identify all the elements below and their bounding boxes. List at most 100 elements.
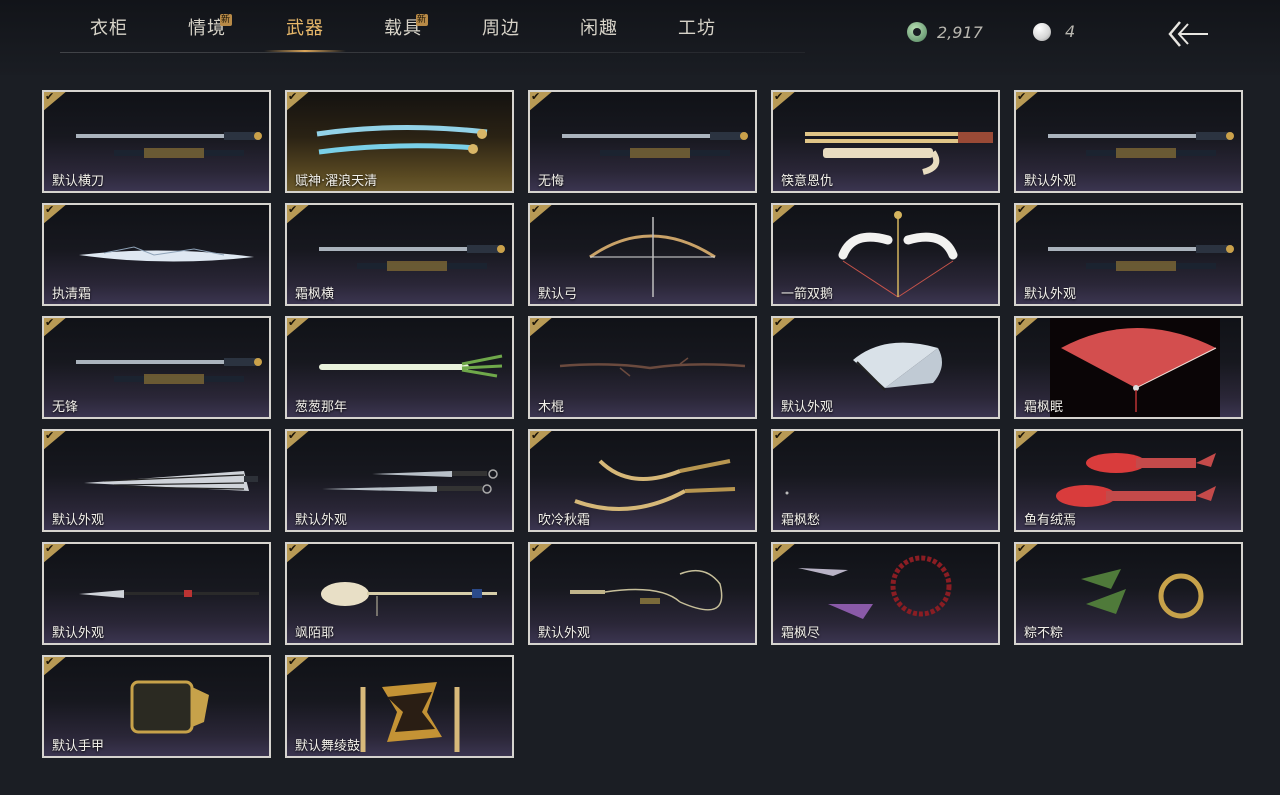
check-glyph: ✔ <box>531 429 541 442</box>
weapon-card[interactable]: ✔ 粽不粽 <box>1014 542 1243 645</box>
check-glyph: ✔ <box>531 90 541 103</box>
check-glyph: ✔ <box>288 429 298 442</box>
check-glyph: ✔ <box>774 429 784 442</box>
tab-divider <box>60 52 805 53</box>
check-glyph: ✔ <box>45 429 55 442</box>
tab-scenes[interactable]: 情境新 <box>158 0 256 54</box>
weapon-name: 吹冷秋霜 <box>538 513 591 528</box>
weapon-card[interactable]: ✔ 默认外观 <box>42 542 271 645</box>
check-glyph: ✔ <box>1017 542 1027 555</box>
weapon-card[interactable]: ✔ 无锋 <box>42 316 271 419</box>
weapon-card[interactable]: ✔ 一箭双鹅 <box>771 203 1000 306</box>
weapon-card[interactable]: ✔ 默认舞绫鼓 <box>285 655 514 758</box>
weapon-name: 筷意恩仇 <box>781 174 834 189</box>
weapon-card[interactable]: ✔ 默认外观 <box>1014 203 1243 306</box>
weapon-name: 无悔 <box>538 174 565 189</box>
weapon-name: 木棍 <box>538 400 565 415</box>
weapon-name: 葱葱那年 <box>295 400 348 415</box>
check-glyph: ✔ <box>774 90 784 103</box>
weapon-card[interactable]: ✔ 鱼有绒焉 <box>1014 429 1243 532</box>
weapon-card[interactable]: ✔ 霜枫横 <box>285 203 514 306</box>
tab-workshop[interactable]: 工坊 <box>648 0 746 54</box>
weapon-name: 霜枫愁 <box>781 513 821 528</box>
new-badge: 新 <box>416 14 429 26</box>
check-glyph: ✔ <box>45 203 55 216</box>
weapon-card[interactable]: ✔ 默认外观 <box>42 429 271 532</box>
weapon-name: 默认外观 <box>1024 287 1077 302</box>
tab-wardrobe[interactable]: 衣柜 <box>60 0 158 54</box>
weapon-name: 默认外观 <box>1024 174 1077 189</box>
check-glyph: ✔ <box>1017 316 1027 329</box>
check-glyph: ✔ <box>531 203 541 216</box>
weapon-name: 默认弓 <box>538 287 578 302</box>
jade-amount: 2,917 <box>937 22 983 42</box>
weapon-card[interactable]: ✔ 无悔 <box>528 90 757 193</box>
tab-label: 工坊 <box>678 18 716 39</box>
weapon-card[interactable]: ✔ 飒陌耶 <box>285 542 514 645</box>
tab-label: 周边 <box>482 18 520 39</box>
pearl-amount: 4 <box>1065 22 1076 41</box>
weapon-card[interactable]: ✔ 默认外观 <box>285 429 514 532</box>
check-glyph: ✔ <box>1017 429 1027 442</box>
check-glyph: ✔ <box>531 316 541 329</box>
weapon-card[interactable]: ✔ 赋神·濯浪天清 <box>285 90 514 193</box>
weapon-name: 默认外观 <box>538 626 591 641</box>
weapon-card[interactable]: ✔ 吹冷秋霜 <box>528 429 757 532</box>
weapon-name: 飒陌耶 <box>295 626 335 641</box>
check-glyph: ✔ <box>1017 90 1027 103</box>
weapon-name: 赋神·濯浪天清 <box>295 174 378 189</box>
weapon-card[interactable]: ✔ 木棍 <box>528 316 757 419</box>
top-bar: 衣柜 情境新 武器 载具新 周边 闲趣 工坊 2,917 4 <box>0 0 1280 75</box>
tab-mounts[interactable]: 载具新 <box>354 0 452 54</box>
tab-leisure[interactable]: 闲趣 <box>550 0 648 54</box>
weapon-card[interactable]: ✔ 默认外观 <box>1014 90 1243 193</box>
tab-label: 闲趣 <box>580 18 618 39</box>
check-glyph: ✔ <box>531 542 541 555</box>
weapon-card[interactable]: ✔ 葱葱那年 <box>285 316 514 419</box>
check-glyph: ✔ <box>1017 203 1027 216</box>
check-glyph: ✔ <box>774 316 784 329</box>
weapon-name: 执清霜 <box>52 287 92 302</box>
check-glyph: ✔ <box>45 542 55 555</box>
tab-weapons[interactable]: 武器 <box>256 0 354 54</box>
weapon-card[interactable]: ✔ 霜枫眠 <box>1014 316 1243 419</box>
tab-label: 武器 <box>286 18 324 39</box>
weapon-name: 默认外观 <box>781 400 834 415</box>
tab-label: 衣柜 <box>90 18 128 39</box>
new-badge: 新 <box>220 14 233 26</box>
weapon-name: 霜枫横 <box>295 287 335 302</box>
weapon-name: 鱼有绒焉 <box>1024 513 1077 528</box>
weapon-card[interactable]: ✔ 霜枫尽 <box>771 542 1000 645</box>
weapon-card[interactable]: ✔ 默认横刀 <box>42 90 271 193</box>
weapon-name: 一箭双鹅 <box>781 287 834 302</box>
weapon-name: 默认外观 <box>52 626 105 641</box>
check-glyph: ✔ <box>288 316 298 329</box>
pearl-icon <box>1033 22 1051 41</box>
check-glyph: ✔ <box>45 655 55 668</box>
back-button[interactable] <box>1166 18 1210 50</box>
check-glyph: ✔ <box>45 90 55 103</box>
weapon-card[interactable]: ✔ 默认外观 <box>528 542 757 645</box>
weapon-name: 默认舞绫鼓 <box>295 739 361 754</box>
weapon-name: 霜枫眠 <box>1024 400 1064 415</box>
weapon-card[interactable]: ✔ 默认弓 <box>528 203 757 306</box>
jade-currency: 2,917 <box>907 22 983 42</box>
weapon-card[interactable]: ✔ 执清霜 <box>42 203 271 306</box>
weapon-card[interactable]: ✔ 默认外观 <box>771 316 1000 419</box>
check-glyph: ✔ <box>288 542 298 555</box>
check-glyph: ✔ <box>288 90 298 103</box>
weapon-name: 默认外观 <box>52 513 105 528</box>
check-glyph: ✔ <box>774 203 784 216</box>
weapon-card[interactable]: ✔ 默认手甲 <box>42 655 271 758</box>
weapon-name: 无锋 <box>52 400 79 415</box>
check-glyph: ✔ <box>288 655 298 668</box>
back-arrow-icon <box>1168 21 1208 47</box>
weapon-card[interactable]: ✔ 筷意恩仇 <box>771 90 1000 193</box>
weapon-card[interactable]: ✔ 霜枫愁 <box>771 429 1000 532</box>
check-glyph: ✔ <box>774 542 784 555</box>
jade-coin-icon <box>907 22 927 42</box>
pearl-currency: 4 <box>1033 22 1075 41</box>
check-glyph: ✔ <box>288 203 298 216</box>
tab-accessories[interactable]: 周边 <box>452 0 550 54</box>
weapon-name: 默认外观 <box>295 513 348 528</box>
